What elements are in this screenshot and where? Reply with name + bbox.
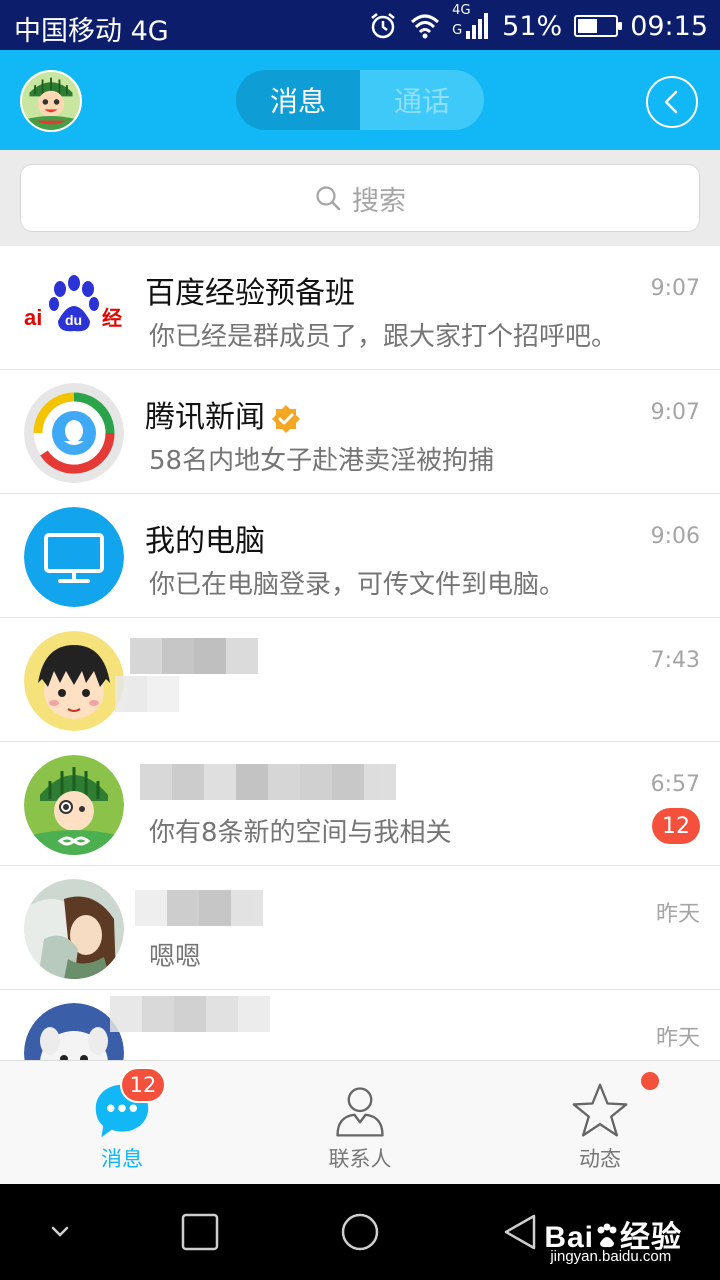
conversation-preview: 嗯嗯 <box>149 942 202 972</box>
baidu-logo-avatar: du ai 经 <box>24 259 124 359</box>
conversation-time: 7:43 <box>650 648 700 673</box>
conversation-time: 9:07 <box>650 400 700 425</box>
back-button[interactable] <box>646 76 698 128</box>
alarm-icon <box>371 13 395 39</box>
baidu-paw-icon: du ai 经 <box>24 259 124 359</box>
conversation-time: 9:07 <box>650 276 700 301</box>
search-input[interactable]: 搜索 <box>20 164 700 232</box>
tab-label: 联系人 <box>328 1147 392 1171</box>
conversation-preview: 你有8条新的空间与我相关 <box>149 818 452 848</box>
battery-fill <box>578 19 597 33</box>
conversation-preview: 你已经是群成员了，跟大家打个招呼吧。 <box>149 322 618 352</box>
conversation-item[interactable]: 昨天 <box>0 990 720 1060</box>
blurred-name <box>130 638 258 674</box>
carrier-label: 中国移动 4G <box>14 16 169 47</box>
svg-text:ai: ai <box>24 305 42 330</box>
conversation-item[interactable]: 腾讯新闻 58名内地女子赴港卖淫被拘捕 9:07 <box>0 370 720 494</box>
back-triangle-icon[interactable] <box>500 1212 540 1252</box>
clock: 09:15 <box>630 10 708 42</box>
home-icon[interactable] <box>340 1212 380 1252</box>
watermelon-kid-icon <box>24 755 124 855</box>
bottom-tab-bar: 12 消息 联系人 动态 <box>0 1060 720 1184</box>
battery-icon <box>574 15 623 37</box>
conversation-time: 9:06 <box>650 524 700 549</box>
conversation-preview: 58名内地女子赴港卖淫被拘捕 <box>149 446 495 476</box>
feed-new-dot <box>641 1072 659 1090</box>
verified-badge-icon <box>272 404 300 433</box>
conversation-name: 我的电脑 <box>145 524 265 559</box>
tencent-news-avatar <box>24 383 124 483</box>
chevron-left-icon <box>664 90 678 114</box>
white-dog-icon <box>24 1003 124 1060</box>
search-icon <box>316 186 341 211</box>
cartoon-girl-icon <box>24 631 124 731</box>
cartoon-girl-avatar <box>24 631 124 731</box>
network-g-label: G <box>452 23 463 38</box>
conversation-preview: 你已在电脑登录，可传文件到电脑。 <box>149 570 566 600</box>
wifi-icon <box>411 14 440 39</box>
conversation-list: du ai 经 百度经验预备班 你已经是群成员了，跟大家打个招呼吧。 9:07 … <box>0 246 720 1060</box>
signal-icon <box>466 13 489 39</box>
status-bar: 中国移动 4G 4G G 51% 09:15 <box>0 0 720 50</box>
conversation-item[interactable]: 嗯嗯 昨天 <box>0 866 720 990</box>
baidu-paw-icon <box>597 1223 617 1248</box>
anime-avatar <box>24 879 124 979</box>
computer-icon <box>24 507 124 607</box>
tencent-news-logo-icon <box>24 383 124 483</box>
recent-apps-icon[interactable] <box>180 1212 220 1252</box>
blurred-preview <box>115 676 179 712</box>
conversation-time: 昨天 <box>655 902 700 927</box>
tab-contacts-nav[interactable]: 联系人 <box>280 1061 440 1185</box>
tab-messages[interactable]: 消息 <box>236 70 360 130</box>
tab-label: 动态 <box>579 1147 621 1171</box>
conversation-item[interactable]: 你有8条新的空间与我相关 6:57 12 <box>0 742 720 866</box>
tab-messages-nav[interactable]: 12 消息 <box>42 1061 202 1185</box>
tab-label: 消息 <box>101 1147 143 1171</box>
conversation-name: 百度经验预备班 <box>145 276 355 311</box>
watermark-url: jingyan.baidu.com <box>550 1248 672 1265</box>
my-computer-avatar <box>24 507 124 607</box>
conversation-name-text: 腾讯新闻 <box>145 400 265 435</box>
watermelon-kid-avatar-icon <box>22 72 80 130</box>
battery-percent: 51% <box>502 10 563 42</box>
chevron-down-icon[interactable] <box>45 1217 75 1247</box>
tab-calls[interactable]: 通话 <box>360 70 484 130</box>
svg-text:du: du <box>65 312 82 328</box>
blurred-name <box>135 890 263 926</box>
conversation-item[interactable]: 我的电脑 你已在电脑登录，可传文件到电脑。 9:06 <box>0 494 720 618</box>
message-call-segment: 消息 通话 <box>236 70 484 130</box>
conversation-item[interactable]: du ai 经 百度经验预备班 你已经是群成员了，跟大家打个招呼吧。 9:07 <box>0 246 720 370</box>
conversation-item[interactable]: 7:43 <box>0 618 720 742</box>
app-header: 消息 通话 <box>0 50 720 150</box>
anime-illustration-icon <box>24 879 124 979</box>
blurred-name <box>140 764 396 800</box>
conversation-name: 腾讯新闻 <box>145 392 301 436</box>
messages-unread-badge: 12 <box>120 1067 166 1103</box>
tab-feed-nav[interactable]: 动态 <box>520 1061 680 1185</box>
search-placeholder: 搜索 <box>352 185 406 217</box>
conversation-time: 6:57 <box>650 772 700 797</box>
baidu-jingyan-watermark: Bai 经验 jingyan.baidu.com <box>544 1212 682 1265</box>
blurred-name <box>110 996 270 1032</box>
network-type-indicator: 4G G <box>452 3 490 43</box>
unread-badge: 12 <box>652 808 700 844</box>
profile-avatar[interactable] <box>20 70 82 132</box>
watermelon-kid-avatar <box>24 755 124 855</box>
svg-text:经: 经 <box>102 306 122 330</box>
star-icon <box>572 1083 628 1137</box>
search-area: 搜索 <box>0 150 720 246</box>
conversation-time: 昨天 <box>655 1026 700 1051</box>
contact-icon <box>336 1087 384 1137</box>
dog-avatar <box>24 1003 124 1060</box>
